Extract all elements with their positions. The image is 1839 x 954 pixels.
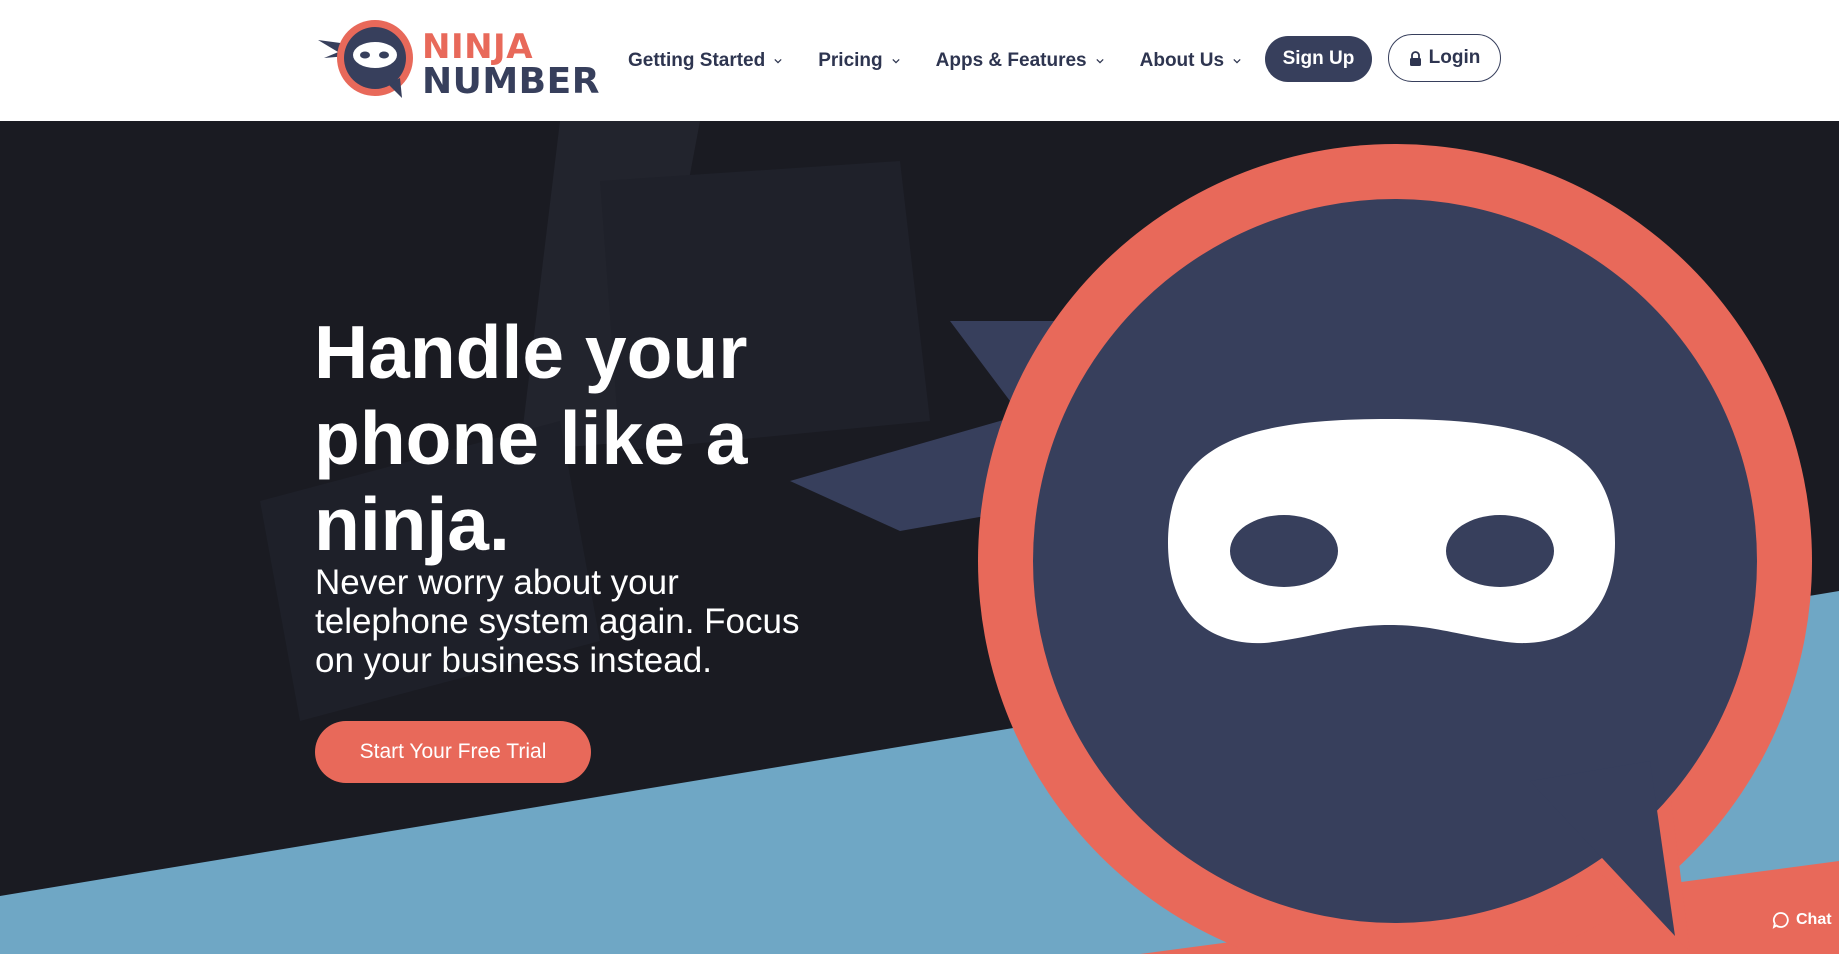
nav-item-label: Apps & Features — [935, 49, 1087, 71]
hero-subtitle: Never worry about your telephone system … — [315, 563, 800, 680]
chevron-down-icon — [1096, 58, 1104, 63]
nav-item-label: Pricing — [818, 49, 883, 71]
brand-name-line2: NUMBER — [422, 61, 600, 102]
login-label: Login — [1428, 47, 1481, 68]
ninja-logo-icon — [318, 20, 413, 98]
chat-bubble-icon — [1772, 912, 1789, 929]
site-header: NINJA NUMBER Getting Started Pricing App… — [0, 0, 1839, 121]
nav-item-apps-features[interactable]: Apps & Features — [936, 50, 1104, 72]
chevron-down-icon — [1233, 58, 1241, 63]
hero-section: Handle your phone like a ninja. Never wo… — [0, 121, 1839, 954]
hero-title: Handle your phone like a ninja. — [314, 310, 748, 566]
chevron-down-icon — [774, 58, 782, 63]
sign-up-button[interactable]: Sign Up — [1265, 36, 1372, 82]
lock-icon — [1409, 50, 1421, 66]
nav-item-getting-started[interactable]: Getting Started — [628, 50, 782, 72]
chevron-down-icon — [892, 58, 900, 63]
nav-item-about-us[interactable]: About Us — [1140, 50, 1241, 72]
chat-launcher[interactable]: Chat — [1772, 907, 1832, 933]
main-nav: Getting Started Pricing Apps & Features … — [628, 0, 1277, 121]
brand-logo[interactable]: NINJA NUMBER — [318, 14, 599, 104]
brand-name-line1: NINJA — [422, 27, 534, 67]
nav-item-label: Getting Started — [628, 49, 766, 71]
nav-item-label: About Us — [1139, 49, 1225, 71]
chat-label: Chat — [1796, 911, 1832, 928]
nav-item-pricing[interactable]: Pricing — [818, 49, 900, 72]
start-free-trial-button[interactable]: Start Your Free Trial — [315, 721, 591, 783]
hero-background — [0, 121, 1839, 954]
login-button[interactable]: Login — [1388, 34, 1501, 82]
